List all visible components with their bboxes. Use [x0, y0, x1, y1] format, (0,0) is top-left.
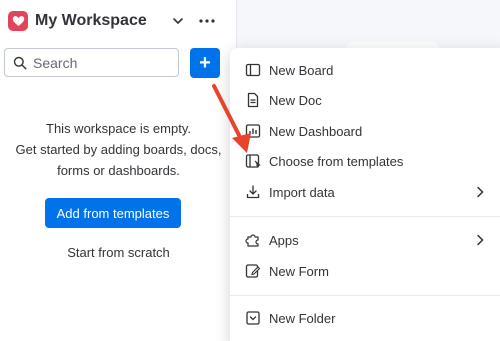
- menu-item-label: New Board: [269, 62, 334, 78]
- search-field[interactable]: [4, 48, 179, 77]
- menu-item-apps[interactable]: Apps: [230, 226, 500, 254]
- menu-item-label: New Dashboard: [269, 123, 363, 139]
- doc-icon: [247, 92, 259, 108]
- add-from-templates-button[interactable]: Add from templates: [45, 198, 181, 228]
- workspace-title: My Workspace: [35, 12, 147, 29]
- menu-item-label: Choose from templates: [269, 153, 404, 169]
- menu-item-label: New Form: [269, 263, 329, 279]
- workspace-logo-icon: [8, 11, 28, 31]
- sidebar: My Workspace + This workspace is empty. …: [0, 0, 237, 341]
- empty-state-message: This workspace is empty. Get started by …: [0, 118, 237, 181]
- search-icon: [13, 56, 27, 69]
- add-menu-dropdown: New Board New Doc New Dashboard Choose f…: [230, 48, 500, 341]
- import-icon: [246, 185, 260, 199]
- menu-item-new-dashboard[interactable]: New Dashboard: [230, 117, 500, 145]
- more-options-icon[interactable]: [198, 12, 216, 30]
- chevron-right-icon: [477, 186, 484, 198]
- dashboard-icon: [245, 124, 261, 138]
- menu-item-choose-from-templates[interactable]: Choose from templates: [230, 147, 500, 175]
- empty-state-line: Get started by adding boards, docs,: [15, 142, 222, 157]
- form-icon: [245, 264, 261, 278]
- menu-item-label: Apps: [269, 232, 299, 248]
- templates-icon: [245, 154, 261, 168]
- menu-item-new-form[interactable]: New Form: [230, 257, 500, 285]
- workspace-header[interactable]: My Workspace: [8, 8, 220, 34]
- menu-item-new-folder[interactable]: New Folder: [230, 304, 500, 332]
- menu-divider: [230, 216, 500, 217]
- menu-item-label: Import data: [269, 184, 335, 200]
- empty-state-line: This workspace is empty.: [46, 121, 191, 136]
- menu-item-new-doc[interactable]: New Doc: [230, 86, 500, 114]
- start-from-scratch-link[interactable]: Start from scratch: [0, 245, 237, 260]
- empty-state-line: forms or dashboards.: [57, 163, 180, 178]
- menu-item-import-data[interactable]: Import data: [230, 178, 500, 206]
- apps-icon: [245, 234, 259, 247]
- board-icon: [245, 63, 261, 77]
- add-item-button[interactable]: +: [190, 48, 220, 78]
- chevron-right-icon: [477, 234, 484, 246]
- folder-icon: [246, 311, 260, 325]
- menu-item-label: New Doc: [269, 92, 322, 108]
- search-input[interactable]: [33, 54, 163, 71]
- menu-divider: [230, 295, 500, 296]
- menu-item-label: New Folder: [269, 310, 336, 326]
- menu-item-new-board[interactable]: New Board: [230, 56, 500, 84]
- chevron-down-icon[interactable]: [171, 14, 185, 28]
